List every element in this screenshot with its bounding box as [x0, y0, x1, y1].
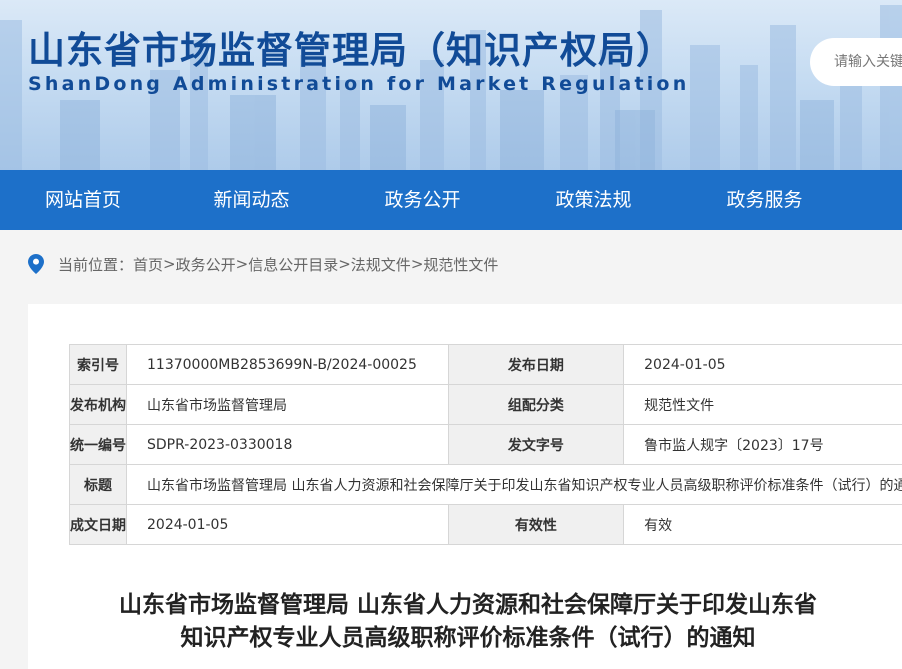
publisher-value: 山东省市场监督管理局 — [126, 384, 449, 425]
breadcrumb-home[interactable]: 首页 — [133, 254, 163, 275]
nav-item-services[interactable]: 政务服务 — [679, 170, 850, 230]
document-number-value: 鲁市监人规字〔2023〕17号 — [623, 424, 902, 465]
index-label: 索引号 — [69, 344, 127, 385]
header-banner: 山东省市场监督管理局（知识产权局） ShanDong Administratio… — [0, 0, 902, 170]
breadcrumb-separator: > — [338, 255, 351, 273]
publisher-label: 发布机构 — [69, 384, 127, 425]
publish-date-value: 2024-01-05 — [623, 344, 902, 385]
created-date-value: 2024-01-05 — [126, 504, 449, 545]
created-date-label: 成文日期 — [69, 504, 127, 545]
site-title: 山东省市场监督管理局（知识产权局） — [28, 29, 674, 72]
table-row: 索引号 11370000MB2853699N-B/2024-00025 发布日期… — [69, 344, 902, 385]
unified-code-label: 统一编号 — [69, 424, 127, 465]
unified-code-value: SDPR-2023-0330018 — [126, 424, 449, 465]
document-title-line-2: 知识产权专业人员高级职称评价标准条件（试行）的通知 — [180, 625, 756, 651]
table-row: 统一编号 SDPR-2023-0330018 发文字号 鲁市监人规字〔2023〕… — [69, 424, 902, 465]
content-card: 索引号 11370000MB2853699N-B/2024-00025 发布日期… — [28, 304, 902, 669]
title-value: 山东省市场监督管理局 山东省人力资源和社会保障厅关于印发山东省知识产权专业人员高… — [125, 464, 902, 505]
search-input[interactable] — [810, 38, 902, 86]
document-title-line-1: 山东省市场监督管理局 山东省人力资源和社会保障厅关于印发山东省 — [118, 592, 817, 618]
title-label: 标题 — [69, 464, 127, 505]
location-pin-icon — [28, 254, 44, 274]
document-title: 山东省市场监督管理局 山东省人力资源和社会保障厅关于印发山东省 知识产权专业人员… — [28, 589, 902, 655]
index-value: 11370000MB2853699N-B/2024-00025 — [126, 344, 449, 385]
breadcrumb-prefix: 当前位置： — [58, 255, 134, 274]
breadcrumb-separator: > — [410, 255, 424, 273]
main-nav: 网站首页 新闻动态 政务公开 政策法规 政务服务 — [0, 170, 902, 230]
category-label: 组配分类 — [447, 384, 625, 425]
table-row: 成文日期 2024-01-05 有效性 有效 — [69, 504, 902, 545]
breadcrumb-gov-affairs[interactable]: 政务公开 — [176, 254, 236, 275]
breadcrumb: 当前位置： 首页 > 政务公开 > 信息公开目录 > 法规文件 > 规范性文件 — [28, 252, 498, 276]
nav-item-news[interactable]: 新闻动态 — [166, 170, 337, 230]
publish-date-label: 发布日期 — [447, 344, 625, 385]
nav-item-home[interactable]: 网站首页 — [0, 170, 166, 230]
breadcrumb-info-catalog[interactable]: 信息公开目录 — [248, 254, 338, 275]
nav-item-gov-affairs[interactable]: 政务公开 — [337, 170, 508, 230]
breadcrumb-separator: > — [235, 255, 249, 273]
document-number-label: 发文字号 — [447, 424, 625, 465]
category-value: 规范性文件 — [623, 384, 902, 425]
document-meta-table: 索引号 11370000MB2853699N-B/2024-00025 发布日期… — [69, 344, 902, 545]
validity-label: 有效性 — [447, 504, 625, 545]
table-row: 发布机构 山东省市场监督管理局 组配分类 规范性文件 — [69, 384, 902, 425]
breadcrumb-normative-docs[interactable]: 规范性文件 — [423, 254, 498, 275]
table-row: 标题 山东省市场监督管理局 山东省人力资源和社会保障厅关于印发山东省知识产权专业… — [69, 464, 902, 505]
breadcrumb-separator: > — [163, 255, 176, 273]
nav-item-policies[interactable]: 政策法规 — [508, 170, 679, 230]
site-subtitle: ShanDong Administration for Market Regul… — [28, 73, 690, 95]
breadcrumb-regulations[interactable]: 法规文件 — [351, 254, 411, 275]
validity-value: 有效 — [623, 504, 902, 545]
